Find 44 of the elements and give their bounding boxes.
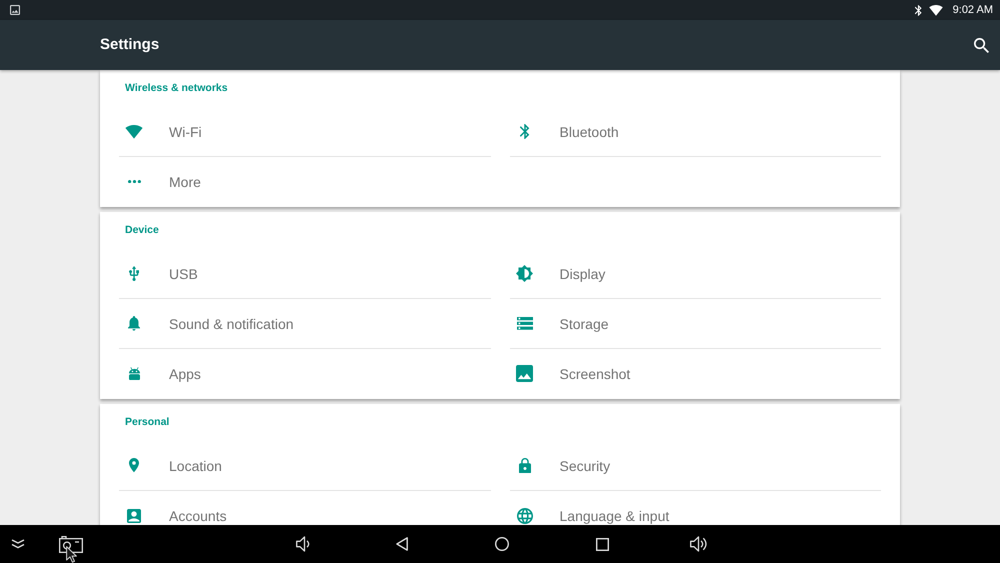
settings-item[interactable]: Accounts bbox=[119, 491, 490, 525]
recent-apps-icon bbox=[596, 538, 608, 550]
lock-icon bbox=[518, 458, 530, 474]
bluetooth-icon bbox=[914, 4, 922, 16]
section-title: Device bbox=[125, 223, 159, 237]
account-icon bbox=[127, 508, 141, 522]
globe-icon bbox=[516, 508, 532, 524]
page-title: Settings bbox=[100, 36, 160, 54]
settings-item[interactable]: Location bbox=[119, 441, 490, 491]
robot-icon bbox=[128, 366, 140, 380]
bluetooth-icon bbox=[520, 124, 530, 139]
settings-item[interactable]: Security bbox=[510, 441, 881, 491]
camera-icon bbox=[59, 536, 83, 552]
settings-item[interactable]: Sound & notification bbox=[119, 299, 490, 349]
settings-item[interactable]: Language & input bbox=[510, 491, 881, 525]
wifi-icon bbox=[125, 124, 143, 138]
settings-item[interactable]: Display bbox=[510, 249, 881, 299]
usb-icon bbox=[129, 266, 139, 281]
storage-icon bbox=[516, 317, 532, 330]
image-icon bbox=[10, 5, 20, 15]
section-title: Personal bbox=[125, 415, 170, 429]
back-icon bbox=[396, 537, 408, 551]
image-icon bbox=[516, 365, 533, 382]
clock: 9:02 AM bbox=[952, 3, 993, 17]
settings-item[interactable]: More bbox=[119, 157, 490, 207]
brightness-icon bbox=[516, 265, 533, 282]
bell-icon bbox=[128, 316, 140, 331]
settings-item[interactable]: Apps bbox=[119, 349, 490, 399]
search-icon bbox=[974, 38, 989, 52]
double-chevron-icon bbox=[11, 539, 25, 549]
volume-up-icon bbox=[690, 536, 708, 552]
wifi-icon bbox=[928, 4, 943, 16]
search-button[interactable] bbox=[974, 38, 989, 52]
mouse-pointer-icon bbox=[66, 546, 77, 563]
settings-item[interactable]: Storage bbox=[510, 299, 881, 349]
settings-item[interactable]: Wi-Fi bbox=[119, 107, 490, 157]
home-icon bbox=[495, 537, 509, 551]
location-pin-icon bbox=[129, 458, 139, 473]
settings-item[interactable]: Screenshot bbox=[510, 349, 881, 399]
settings-item[interactable]: USB bbox=[119, 249, 490, 299]
three-dots-icon bbox=[128, 180, 140, 184]
section-title: Wireless & networks bbox=[125, 81, 228, 95]
volume-down-icon bbox=[296, 536, 310, 552]
settings-item[interactable]: Bluetooth bbox=[510, 107, 881, 157]
